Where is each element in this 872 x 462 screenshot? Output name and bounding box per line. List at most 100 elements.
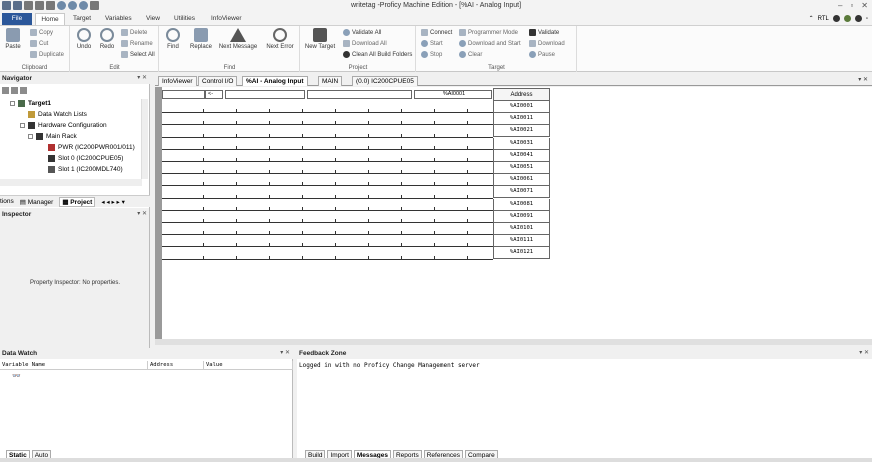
tree-item-target1[interactable]: Target1 [10,100,51,107]
collapse-ribbon-icon[interactable]: ⌃ [809,15,814,22]
address-cell[interactable]: %AI0041 [493,149,550,162]
pane-pin-close[interactable]: ▾ ✕ [137,73,147,84]
tree-item-pwr[interactable]: PWR (IC200PWR001/011) [48,144,135,151]
header-back-cell[interactable]: <- [205,90,223,99]
address-cell[interactable]: %AI0011 [493,113,550,126]
column-value[interactable]: Value [204,361,293,369]
address-cell[interactable]: %AI0051 [493,162,550,174]
tab-view[interactable]: View [146,13,160,25]
tab-infoviewer[interactable]: InfoViewer [211,13,242,25]
download-button[interactable]: Download [529,40,565,47]
grid-tick [269,121,270,125]
redo-button[interactable]: Redo [96,28,118,50]
address-cell[interactable]: %AI0091 [493,210,550,223]
pane-pin-close[interactable]: ▾ ✕ [280,348,290,359]
tree-item-slot0[interactable]: Slot 0 (IC200CPUE05) [48,155,123,162]
grid-tick [434,255,435,259]
tab-variables[interactable]: Variables [105,13,132,25]
tab-home[interactable]: Home [35,13,65,25]
address-cell[interactable]: %AI0081 [493,198,550,211]
doc-tab-controls[interactable]: ▾ ✕ [858,76,868,83]
doc-tab-main[interactable]: MAIN [318,76,343,86]
pane-pin-close[interactable]: ▾ ✕ [137,209,147,220]
grid-tick [467,182,468,186]
grid-tick [401,182,402,186]
rename-button[interactable]: Rename [121,40,153,47]
column-variable-name[interactable]: Variable Name [0,361,148,369]
start-button[interactable]: Start [421,40,443,47]
cut-button[interactable]: Cut [30,40,48,47]
editor-horizontal-scrollbar[interactable] [155,339,872,345]
grid-tick [467,109,468,113]
validate-all-button[interactable]: Validate All [343,29,381,36]
copy-button[interactable]: Copy [30,29,53,36]
tab-scroll-arrows[interactable]: ◂ ◂ ▸ ▸ ▾ [101,198,125,206]
download-all-button[interactable]: Download All [343,40,387,47]
tree-item-data-watch[interactable]: Data Watch Lists [28,111,87,118]
minimize-button[interactable]: – [838,1,842,10]
doc-tab-control-io[interactable]: Control I/O [198,76,238,86]
collapse-icon[interactable] [20,123,25,128]
header-address-field[interactable]: %AI0001 [414,90,492,99]
tab-utilities[interactable]: Utilities [174,13,195,25]
address-cell[interactable]: %AI0021 [493,125,550,138]
collapse-icon[interactable] [10,101,15,106]
undo-button[interactable]: Undo [73,28,95,50]
header-cell[interactable] [162,90,205,99]
tree-item-slot1[interactable]: Slot 1 (IC200MDL740) [48,166,123,173]
address-cell[interactable]: %AI0101 [493,223,550,235]
header-cell[interactable] [307,90,412,99]
next-message-button[interactable]: Next Message [218,28,258,50]
navigator-vertical-scrollbar[interactable] [141,99,148,179]
doc-tab-cpu[interactable]: (0.0) IC200CPUE05 [352,76,418,86]
clear-button[interactable]: Clear [459,51,482,58]
view-list-icon[interactable] [11,87,18,94]
header-cell[interactable] [225,90,305,99]
validate-button[interactable]: Validate [529,29,559,36]
collapse-icon[interactable] [28,134,33,139]
info-icon[interactable] [832,15,840,22]
address-cell[interactable]: %AI0061 [493,174,550,187]
paste-button[interactable]: Paste [2,28,24,50]
programmer-mode-button[interactable]: Programmer Mode [459,29,518,36]
tab-manager[interactable]: ▤ Manager [20,198,54,206]
stop-button[interactable]: Stop [421,51,442,58]
duplicate-button[interactable]: Duplicate [30,51,64,58]
doc-tab-analog-input[interactable]: %AI - Analog Input [242,76,308,86]
delete-button[interactable]: Delete [121,29,147,36]
address-cell[interactable]: %AI0071 [493,186,550,199]
theme-icon[interactable] [843,15,851,22]
view-props-icon[interactable] [20,87,27,94]
tab-target[interactable]: Target [73,13,91,25]
address-cell[interactable]: %AI0031 [493,137,550,150]
pane-pin-close[interactable]: ▾ ✕ [859,348,869,359]
help-icon[interactable] [854,15,862,22]
doc-tab-infoviewer[interactable]: InfoViewer [158,76,197,86]
close-button[interactable]: ✕ [861,1,868,10]
column-address[interactable]: Address [148,361,204,369]
tab-options[interactable]: tions [0,198,14,205]
new-target-button[interactable]: New Target [304,28,336,50]
tree-item-hardware[interactable]: Hardware Configuration [20,122,107,129]
tab-project[interactable]: ▦ Project [59,196,96,207]
next-error-button[interactable]: Next Error [264,28,296,50]
address-cell[interactable]: %AI0121 [493,247,550,260]
select-all-button[interactable]: Select All [121,51,155,58]
clean-all-button[interactable]: Clean All Build Folders [343,51,412,58]
grid-tick [368,219,369,222]
pause-button[interactable]: Pause [529,51,555,58]
view-icon[interactable] [2,87,9,94]
window-icon[interactable]: ▫ [866,16,868,22]
address-cell[interactable]: %AI0001 [493,101,550,113]
tree-item-main-rack[interactable]: Main Rack [28,133,77,140]
address-cell[interactable]: %AI0111 [493,235,550,248]
maximize-button[interactable]: ▫ [850,1,853,10]
grid-tick [467,133,468,137]
find-button[interactable]: Find [162,28,184,50]
rtl-toggle[interactable]: RTL [818,16,829,22]
navigator-horizontal-scrollbar[interactable] [0,179,142,186]
tab-file[interactable]: File [2,13,32,25]
connect-button[interactable]: Connect [421,29,452,36]
download-and-start-button[interactable]: Download and Start [459,40,521,47]
replace-button[interactable]: Replace [188,28,214,50]
